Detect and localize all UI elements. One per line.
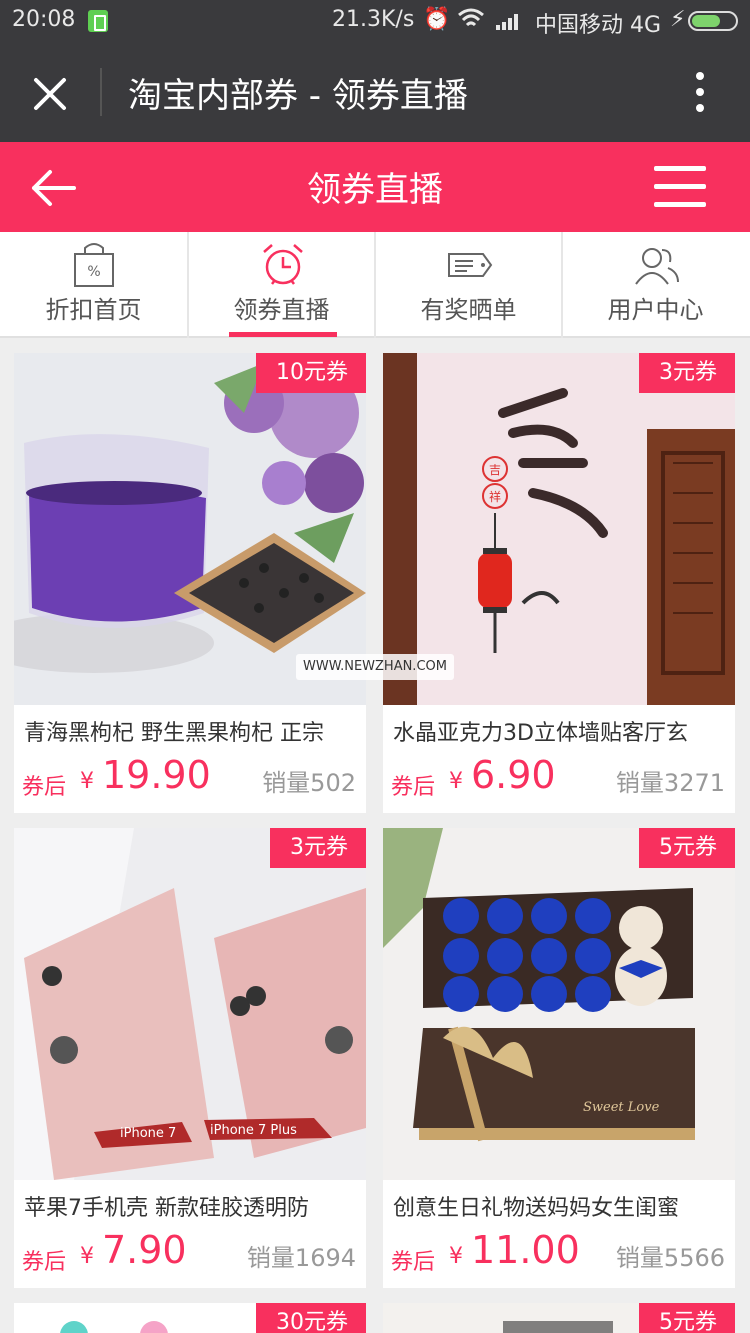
page-title: 淘宝内部券 - 领券直播 — [128, 76, 468, 116]
currency-symbol: ¥ — [80, 769, 94, 794]
product-name[interactable]: 青海黑枸杞 野生黑果枸杞 正宗 — [24, 715, 364, 747]
tab-label: 领券直播 — [233, 296, 330, 324]
tab-prize-share[interactable]: 有奖晒单 — [374, 232, 561, 338]
coupon-badge: 3元券 — [270, 828, 366, 868]
coupon-badge: 30元券 — [256, 1303, 366, 1333]
tab-discount-home[interactable]: % 折扣首页 — [0, 232, 187, 338]
coupon-badge: 10元券 — [256, 353, 366, 393]
section-header: 领券直播 — [0, 142, 750, 232]
charging-icon: ⚡ — [670, 7, 686, 32]
product-name[interactable]: 创意生日礼物送妈妈女生闺蜜 — [393, 1190, 733, 1222]
discount-bag-icon: % — [74, 243, 114, 287]
wifi-icon — [458, 8, 484, 27]
app-titlebar: 淘宝内部券 - 领券直播 — [0, 42, 750, 142]
product-card[interactable]: 10元券 青海黑枸杞 野生黑果枸杞 正宗 券后 ¥ 19.90 销量502 — [14, 353, 366, 813]
product-price: 11.00 — [471, 1228, 580, 1272]
product-card[interactable]: 吉 祥 3元券 水晶亚克力3D立体墙贴客厅玄 券后 ¥ 6.90 销量3271 — [383, 353, 735, 813]
tab-label: 折扣首页 — [45, 296, 142, 324]
tab-label: 用户中心 — [607, 296, 704, 324]
sales-count: 销量5566 — [615, 1244, 725, 1272]
after-coupon-label: 券后 — [391, 775, 436, 800]
currency-symbol: ¥ — [449, 1244, 463, 1269]
ticket-icon — [448, 253, 493, 277]
alarm-clock-icon — [263, 244, 303, 285]
more-options-icon[interactable] — [690, 70, 710, 114]
sales-count: 销量1694 — [246, 1244, 356, 1272]
svg-text:%: % — [87, 264, 100, 280]
product-price: 6.90 — [471, 753, 556, 797]
titlebar-divider — [100, 68, 102, 116]
product-price: 19.90 — [102, 753, 211, 797]
tab-user-center[interactable]: 用户中心 — [561, 232, 748, 338]
product-image-gift-box[interactable]: Sweet Love — [383, 828, 735, 1180]
product-image-goji[interactable] — [14, 353, 366, 705]
network-speed: 21.3K/s — [332, 7, 415, 32]
iphone-label-1: iPhone 7 — [120, 1126, 176, 1141]
product-card[interactable]: 30元券 — [14, 1303, 366, 1333]
status-time: 20:08 — [12, 7, 76, 32]
wall-char-1: 吉 — [489, 463, 501, 477]
gift-box-text: Sweet Love — [583, 1100, 660, 1115]
after-coupon-label: 券后 — [391, 1250, 436, 1275]
coupon-badge: 5元券 — [639, 1303, 735, 1333]
product-image-phone-case[interactable]: iPhone 7 iPhone 7 Plus — [14, 828, 366, 1180]
alarm-icon: ⏰ — [423, 7, 451, 32]
product-name[interactable]: 苹果7手机壳 新款硅胶透明防 — [24, 1190, 364, 1222]
tab-label: 有奖晒单 — [420, 296, 517, 324]
after-coupon-label: 券后 — [22, 775, 67, 800]
menu-icon[interactable] — [654, 164, 706, 208]
battery-saver-icon — [88, 10, 108, 32]
product-name[interactable]: 水晶亚克力3D立体墙贴客厅玄 — [393, 715, 733, 747]
watermark: WWW.NEWZHAN.COM — [296, 654, 454, 680]
tab-coupon-live[interactable]: 领券直播 — [187, 232, 374, 338]
tab-bar: % 折扣首页 领券直播 有奖晒单 用户中心 — [0, 232, 750, 338]
battery-icon — [688, 11, 738, 31]
product-card[interactable]: Sweet Love 5元券 创意生日礼物送妈妈女生闺蜜 券后 ¥ 11.00 … — [383, 828, 735, 1288]
currency-symbol: ¥ — [449, 769, 463, 794]
header-title: 领券直播 — [307, 170, 443, 210]
wall-char-2: 祥 — [489, 490, 501, 504]
after-coupon-label: 券后 — [22, 1250, 67, 1275]
sales-count: 销量502 — [262, 769, 356, 797]
product-price: 7.90 — [102, 1228, 187, 1272]
carrier-label: 中国移动 4G — [535, 13, 662, 38]
close-icon[interactable] — [28, 72, 72, 116]
iphone-label-2: iPhone 7 Plus — [210, 1123, 297, 1138]
users-icon — [635, 248, 679, 285]
signal-icon — [496, 14, 518, 30]
currency-symbol: ¥ — [80, 1244, 94, 1269]
product-card[interactable]: 5元券 — [383, 1303, 735, 1333]
product-card[interactable]: iPhone 7 iPhone 7 Plus 3元券 苹果7手机壳 新款硅胶透明… — [14, 828, 366, 1288]
status-bar: 20:08 21.3K/s ⏰ 中国移动 4G ⚡ — [0, 0, 750, 42]
product-image-wall-sticker[interactable]: 吉 祥 — [383, 353, 735, 705]
active-tab-indicator — [229, 332, 337, 337]
sales-count: 销量3271 — [615, 769, 725, 797]
coupon-badge: 3元券 — [639, 353, 735, 393]
coupon-badge: 5元券 — [639, 828, 735, 868]
